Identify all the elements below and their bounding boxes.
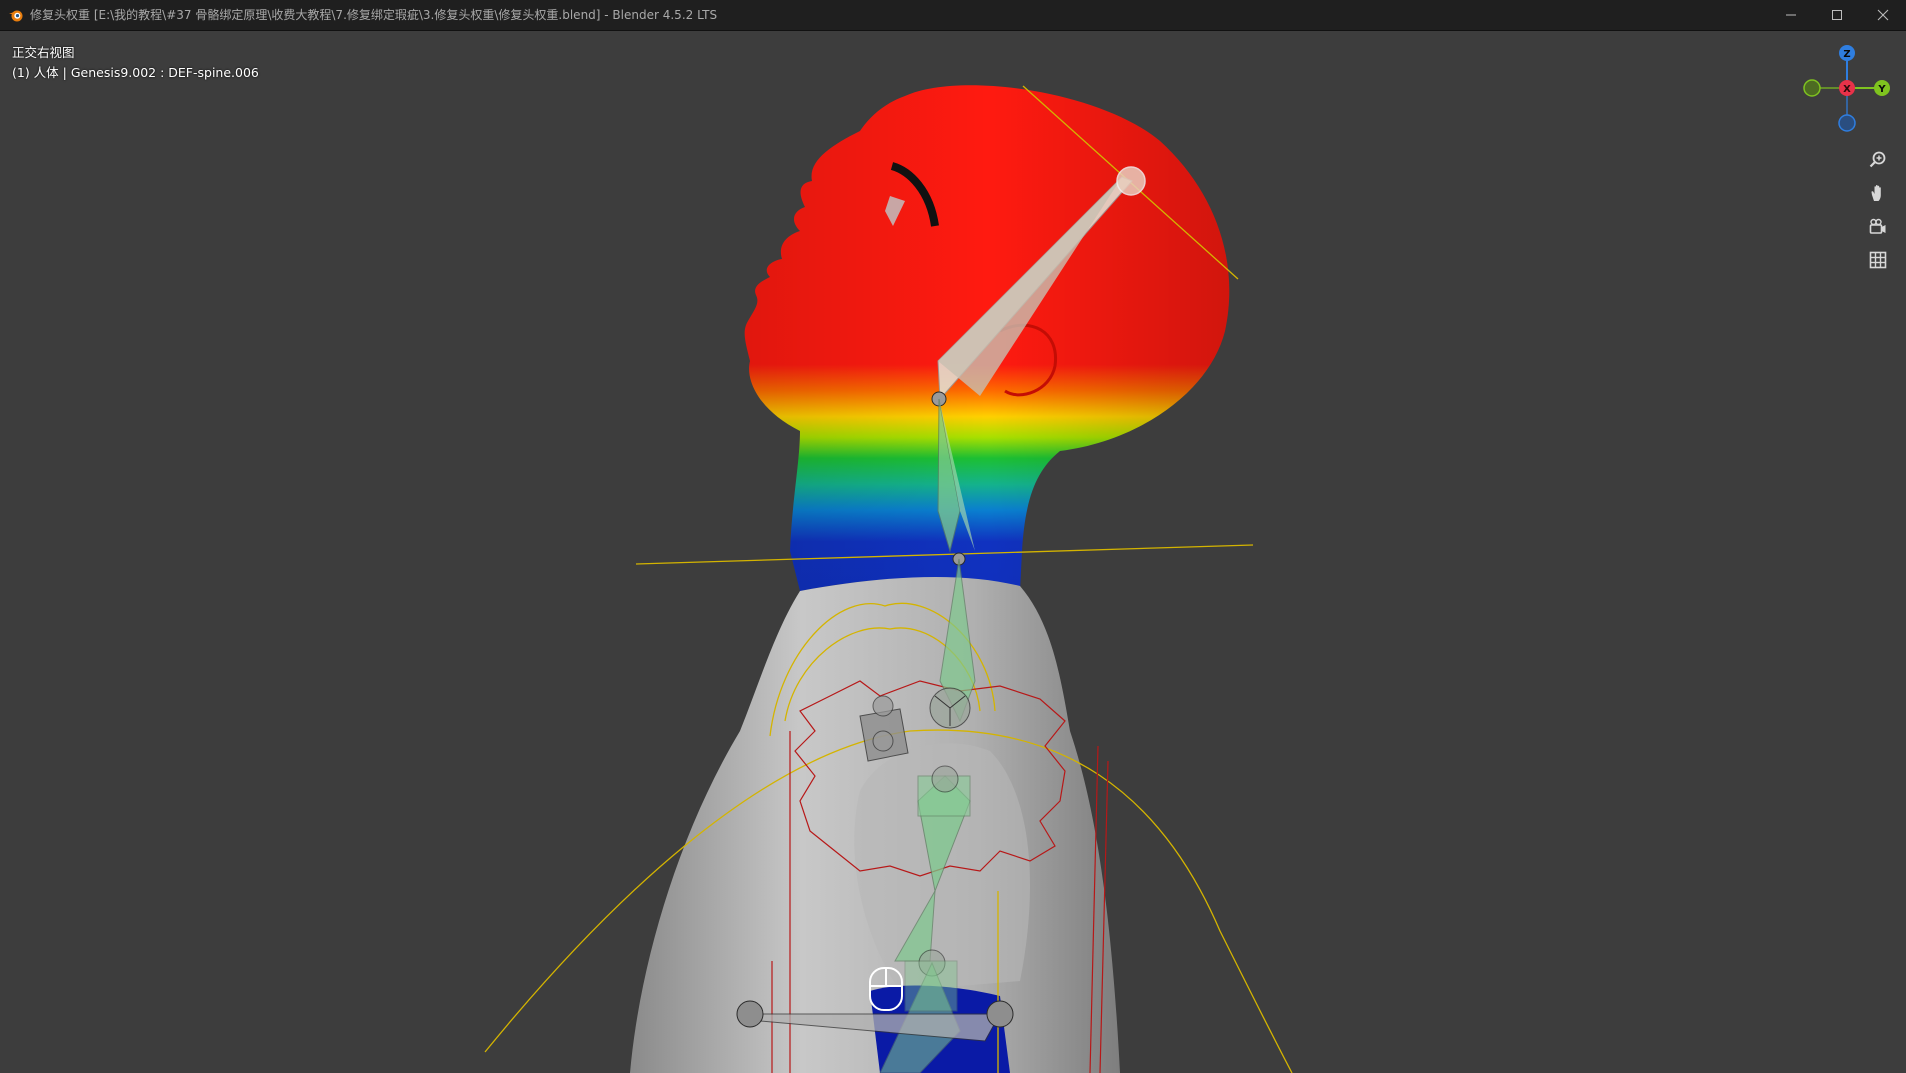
- gizmo-x-axis[interactable]: X: [1839, 80, 1855, 96]
- maximize-button[interactable]: [1814, 0, 1860, 30]
- minimize-button[interactable]: [1768, 0, 1814, 30]
- perspective-toggle-button[interactable]: [1864, 246, 1892, 274]
- blender-logo-icon: [9, 10, 23, 22]
- svg-text:Y: Y: [1877, 84, 1886, 95]
- title-bar: 修复头权重 [E:\我的教程\#37 骨骼绑定原理\收费大教程\7.修复绑定瑕疵…: [0, 0, 1906, 31]
- navigation-gizmo[interactable]: Z Y X: [1800, 41, 1894, 135]
- pan-hand-icon: [1871, 185, 1881, 201]
- shirt-mesh: [630, 576, 1120, 1073]
- pan-button[interactable]: [1864, 179, 1892, 207]
- gizmo-z-axis[interactable]: Z: [1839, 45, 1855, 61]
- close-button[interactable]: [1860, 0, 1906, 30]
- close-icon: [1877, 9, 1889, 21]
- minimize-icon: [1786, 14, 1796, 16]
- svg-text:Z: Z: [1843, 49, 1850, 60]
- zoom-button[interactable]: [1864, 146, 1892, 174]
- gizmo-neg-y-axis[interactable]: [1803, 79, 1821, 97]
- window-title: 修复头权重 [E:\我的教程\#37 骨骼绑定原理\收费大教程\7.修复绑定瑕疵…: [30, 8, 718, 22]
- grid-icon: [1869, 251, 1887, 269]
- maximize-icon: [1832, 10, 1842, 20]
- svg-text:X: X: [1843, 84, 1851, 95]
- gizmo-y-axis[interactable]: Y: [1874, 80, 1890, 96]
- camera-view-button[interactable]: [1864, 213, 1892, 241]
- 3d-viewport[interactable]: 正交右视图 (1) 人体 | Genesis9.002 : DEF-spine.…: [0, 31, 1906, 1073]
- gizmo-neg-z-axis[interactable]: [1838, 114, 1856, 132]
- camera-icon: [1869, 218, 1886, 234]
- active-object-info: (1) 人体 | Genesis9.002 : DEF-spine.006: [12, 65, 259, 80]
- viewport-scene: [484, 85, 1293, 1073]
- view-name-label: 正交右视图: [12, 45, 75, 60]
- zoom-icon: [1869, 151, 1886, 168]
